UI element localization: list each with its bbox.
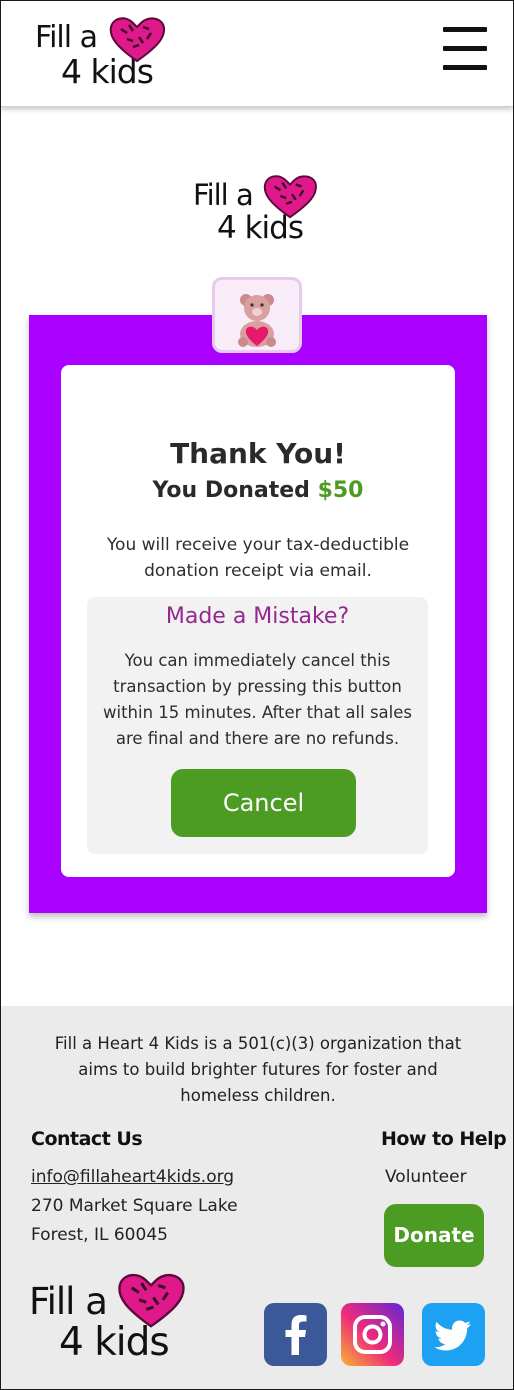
address-line: 270 Market Square Lake xyxy=(31,1196,238,1216)
mistake-text-line: are final and there are no refunds. xyxy=(115,729,400,748)
footer-about-line: aims to build brighter futures for foste… xyxy=(78,1060,438,1079)
teddy-bear-badge xyxy=(212,277,302,353)
cancel-button[interactable]: Cancel xyxy=(171,769,356,837)
teddy-bear-heart-icon xyxy=(238,294,276,347)
hamburger-menu-icon[interactable] xyxy=(441,27,489,73)
footer-logo-text-line1: Fill a xyxy=(29,1280,108,1323)
contact-heading: Contact Us xyxy=(31,1128,143,1150)
page-frame: Fill a 4 kids Fill a 4 kids Thank You! Y… xyxy=(0,0,514,1390)
mistake-text: You can immediately cancel this transact… xyxy=(87,648,428,752)
how-to-help-heading: How to Help xyxy=(381,1128,507,1150)
receipt-note-line: donation receipt via email. xyxy=(144,561,372,581)
logo-text-line1: Fill a xyxy=(35,20,98,55)
footer-about-line: Fill a Heart 4 Kids is a 501(c)(3) organ… xyxy=(54,1034,462,1053)
header-logo[interactable]: Fill a 4 kids xyxy=(35,15,167,91)
mistake-text-line: You can immediately cancel this xyxy=(124,651,391,670)
contact-email-link[interactable]: info@fillaheart4kids.org xyxy=(31,1167,234,1187)
hero-logo: Fill a 4 kids xyxy=(193,173,323,247)
footer-about-line: homeless children. xyxy=(180,1086,336,1105)
hero-logo-text-line1: Fill a xyxy=(193,178,254,212)
footer-logo[interactable]: Fill a 4 kids xyxy=(29,1271,189,1363)
donate-button[interactable]: Donate xyxy=(384,1204,484,1267)
volunteer-link[interactable]: Volunteer xyxy=(385,1167,467,1187)
heart-logo-icon xyxy=(118,1273,185,1328)
mistake-text-line: within 15 minutes. After that all sales xyxy=(103,703,412,722)
heart-logo-icon xyxy=(109,17,166,63)
instagram-icon[interactable] xyxy=(341,1303,404,1366)
facebook-icon[interactable] xyxy=(264,1303,327,1366)
donated-label: You Donated xyxy=(152,478,318,503)
heart-logo-icon xyxy=(263,175,317,219)
receipt-note: You will receive your tax-deductible don… xyxy=(1,532,513,584)
mistake-title: Made a Mistake? xyxy=(165,604,350,629)
address-line: Forest, IL 60045 xyxy=(31,1225,168,1245)
donation-amount: $50 xyxy=(317,478,364,503)
receipt-note-line: You will receive your tax-deductible xyxy=(106,535,410,555)
site-header: Fill a 4 kids xyxy=(1,1,513,107)
donation-amount-line: You Donated $50 xyxy=(1,478,513,503)
mistake-text-line: transaction by pressing this button xyxy=(113,677,402,696)
twitter-icon[interactable] xyxy=(422,1303,485,1366)
thank-you-title: Thank You! xyxy=(170,437,346,470)
footer-about: Fill a Heart 4 Kids is a 501(c)(3) organ… xyxy=(21,1031,495,1109)
